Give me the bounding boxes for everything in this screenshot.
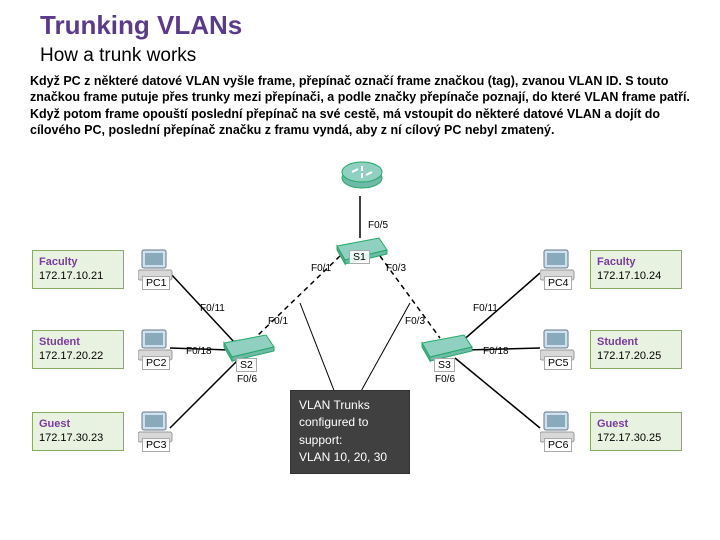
host-role: Student	[39, 335, 117, 349]
host-ip: 172.17.10.21	[39, 269, 117, 283]
host-ip: 172.17.30.23	[39, 431, 117, 445]
host-box-pc2: Student 172.17.20.22	[32, 330, 124, 369]
host-role: Faculty	[39, 255, 117, 269]
host-box-pc5: Student 172.17.20.25	[590, 330, 682, 369]
port-s2-11: F0/11	[200, 303, 225, 314]
callout-line: VLAN 10, 20, 30	[299, 449, 401, 466]
port-s1-right: F0/3	[386, 263, 406, 274]
pc1-label: PC1	[142, 276, 170, 290]
page-subtitle: How a trunk works	[0, 45, 720, 73]
port-s3-11: F0/11	[473, 303, 498, 314]
callout-line: VLAN Trunks	[299, 397, 401, 414]
port-s1-left: F0/1	[311, 263, 331, 274]
port-s3-uplink: F0/3	[405, 316, 425, 327]
router-icon	[340, 156, 384, 196]
page-title: Trunking VLANs	[0, 0, 720, 45]
host-box-pc1: Faculty 172.17.10.21	[32, 250, 124, 289]
switch-s2-label: S2	[236, 358, 257, 372]
pc5-label: PC5	[544, 356, 572, 370]
trunk-callout: VLAN Trunks configured to support: VLAN …	[290, 390, 410, 474]
host-ip: 172.17.10.24	[597, 269, 675, 283]
pc6-label: PC6	[544, 438, 572, 452]
port-s2-6: F0/6	[237, 374, 257, 385]
switch-s1-label: S1	[349, 250, 370, 264]
description-paragraph: Když PC z některé datové VLAN vyšle fram…	[0, 73, 720, 138]
callout-line: configured to	[299, 414, 401, 431]
pc2-label: PC2	[142, 356, 170, 370]
port-s2-uplink: F0/1	[268, 316, 288, 327]
port-s2-18: F0/18	[186, 346, 212, 357]
host-role: Guest	[39, 417, 117, 431]
host-ip: 172.17.30.25	[597, 431, 675, 445]
port-s1-up: F0/5	[368, 220, 388, 231]
port-s3-18: F0/18	[483, 346, 509, 357]
pc3-label: PC3	[142, 438, 170, 452]
host-role: Student	[597, 335, 675, 349]
host-role: Guest	[597, 417, 675, 431]
host-role: Faculty	[597, 255, 675, 269]
host-box-pc4: Faculty 172.17.10.24	[590, 250, 682, 289]
pc4-label: PC4	[544, 276, 572, 290]
port-s3-6: F0/6	[435, 374, 455, 385]
host-ip: 172.17.20.25	[597, 349, 675, 363]
network-diagram: S1 S2 S3 PC1 PC2 PC3 PC4 PC5 PC6 F0/5 F0…	[0, 138, 720, 508]
switch-s3-label: S3	[434, 358, 455, 372]
host-box-pc6: Guest 172.17.30.25	[590, 412, 682, 451]
host-ip: 172.17.20.22	[39, 349, 117, 363]
callout-line: support:	[299, 432, 401, 449]
host-box-pc3: Guest 172.17.30.23	[32, 412, 124, 451]
